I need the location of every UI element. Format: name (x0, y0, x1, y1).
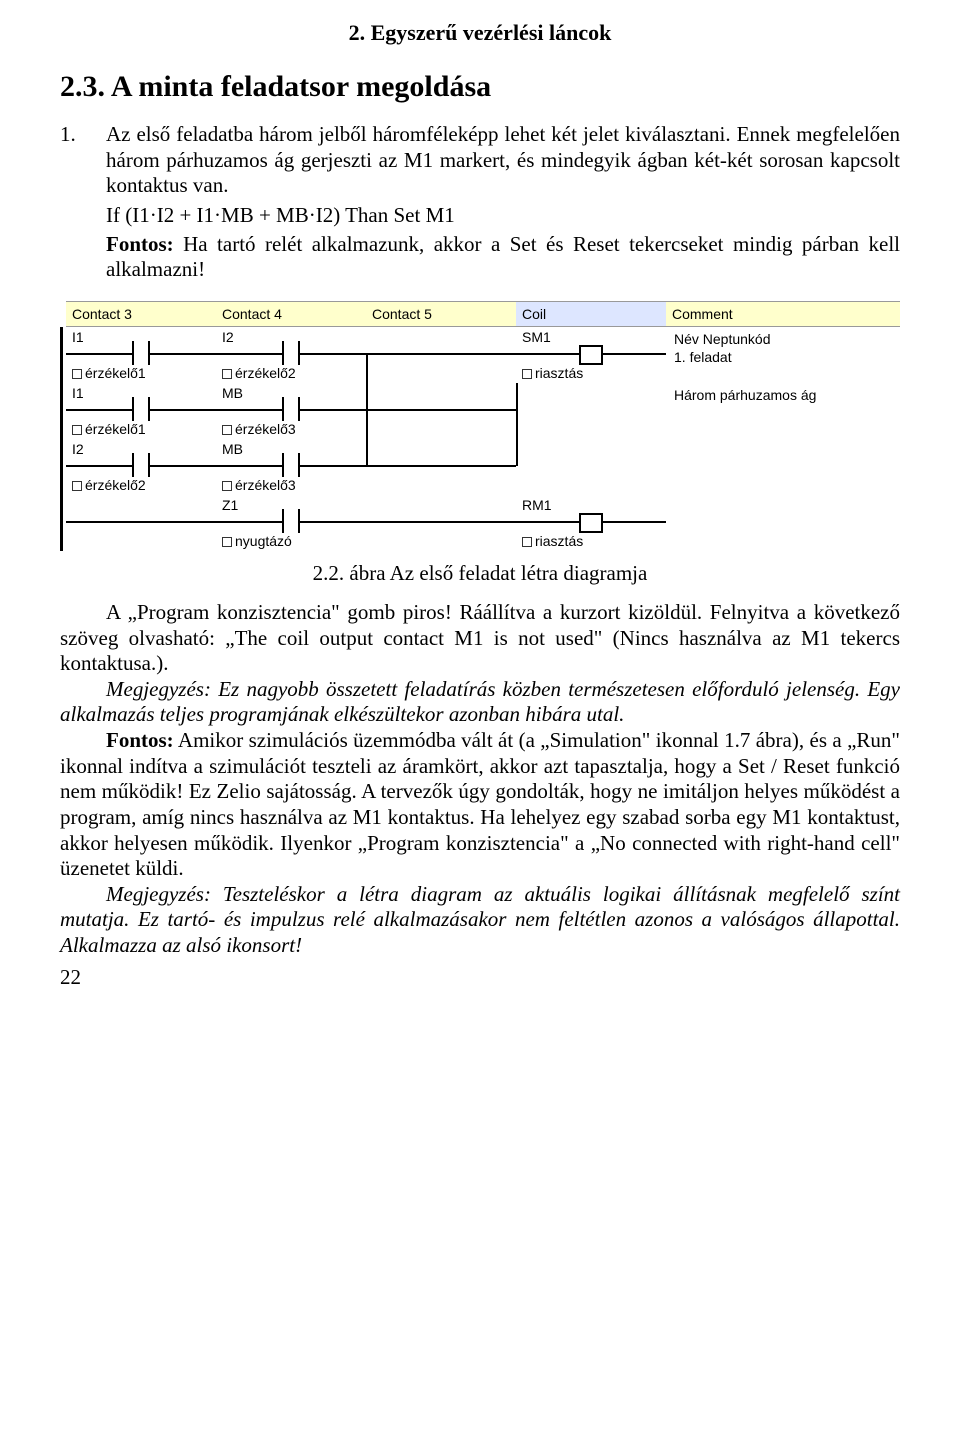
ladder-comment: Három párhuzamos ág (674, 387, 896, 405)
ladder-rail (60, 327, 63, 384)
contact-sublabel: érzékelő2 (222, 365, 296, 381)
coil-icon (579, 513, 603, 533)
figure-caption: 2.2. ábra Az első feladat létra diagramj… (60, 561, 900, 586)
ladder-rail (60, 495, 63, 551)
ladder-row: Z1 nyugtázó RM1 riasztás (60, 495, 900, 551)
coil-icon (579, 345, 603, 365)
fontos-label: Fontos: (106, 232, 174, 256)
fontos-text: Ha tartó relét alkalmazunk, akkor a Set … (106, 232, 900, 282)
contact-label: I1 (72, 329, 84, 345)
contact-sublabel: érzékelő3 (222, 421, 296, 437)
ladder-rail (60, 439, 63, 495)
body-p2: Megjegyzés: Ez nagyobb összetett feladat… (60, 677, 900, 728)
ladder-row: I2 érzékelő2 MB érzékelő3 (60, 439, 900, 495)
formula: If (I1·I2 + I1·MB + MB·I2) Than Set M1 (106, 203, 900, 228)
ladder-row: I1 érzékelő1 MB érzékelő3 Három párhuzamos á… (60, 383, 900, 439)
contact-sublabel: érzékelő3 (222, 477, 296, 493)
contact-sublabel: érzékelő1 (72, 365, 146, 381)
body-p4: Megjegyzés: Teszteléskor a létra diagram… (60, 882, 900, 959)
contact-sublabel: nyugtázó (222, 533, 292, 549)
contact-label: MB (222, 385, 243, 401)
contact-sublabel: érzékelő2 (72, 477, 146, 493)
page-header: 2. Egyszerű vezérlési láncok (60, 20, 900, 46)
ladder-diagram: Contact 3 Contact 4 Contact 5 Coil Comme… (60, 301, 900, 551)
body-p1: A „Program konzisztencia" gomb piros! Rá… (60, 600, 900, 677)
ladder-row: I1 érzékelő1 I2 érzékelő2 SM1 riasztás Név Nep… (60, 327, 900, 384)
ladder-header-row: Contact 3 Contact 4 Contact 5 Coil Comme… (60, 302, 900, 327)
intro-paragraph: Az első feladatba három jelből háromféle… (106, 122, 900, 199)
contact-label: Z1 (222, 497, 238, 513)
list-item-1: 1. Az első feladatba három jelből háromf… (60, 122, 900, 199)
section-title: 2.3. A minta feladatsor megoldása (60, 70, 900, 104)
coil-label: SM1 (522, 329, 551, 345)
contact-label: I2 (72, 441, 84, 457)
body-p3-text: Amikor szimulációs üzemmódba vált át (a … (60, 728, 900, 880)
coil-sublabel: riasztás (522, 365, 583, 381)
coil-sublabel: riasztás (522, 533, 583, 549)
fontos-label-2: Fontos: (106, 728, 174, 752)
list-number: 1. (60, 122, 106, 199)
ladder-rail (60, 383, 63, 439)
page-number: 22 (60, 965, 900, 990)
fontos-block: Fontos: Ha tartó relét alkalmazunk, akko… (106, 232, 900, 283)
contact-label: MB (222, 441, 243, 457)
col-contact5: Contact 5 (366, 302, 516, 327)
contact-label: I1 (72, 385, 84, 401)
col-coil: Coil (516, 302, 666, 327)
col-contact4: Contact 4 (216, 302, 366, 327)
col-contact3: Contact 3 (66, 302, 216, 327)
coil-label: RM1 (522, 497, 552, 513)
ladder-comment: Név Neptunkód 1. feladat (674, 331, 896, 366)
body-p3: Fontos: Amikor szimulációs üzemmódba vál… (60, 728, 900, 882)
contact-label: I2 (222, 329, 234, 345)
contact-sublabel: érzékelő1 (72, 421, 146, 437)
col-comment: Comment (666, 302, 900, 327)
